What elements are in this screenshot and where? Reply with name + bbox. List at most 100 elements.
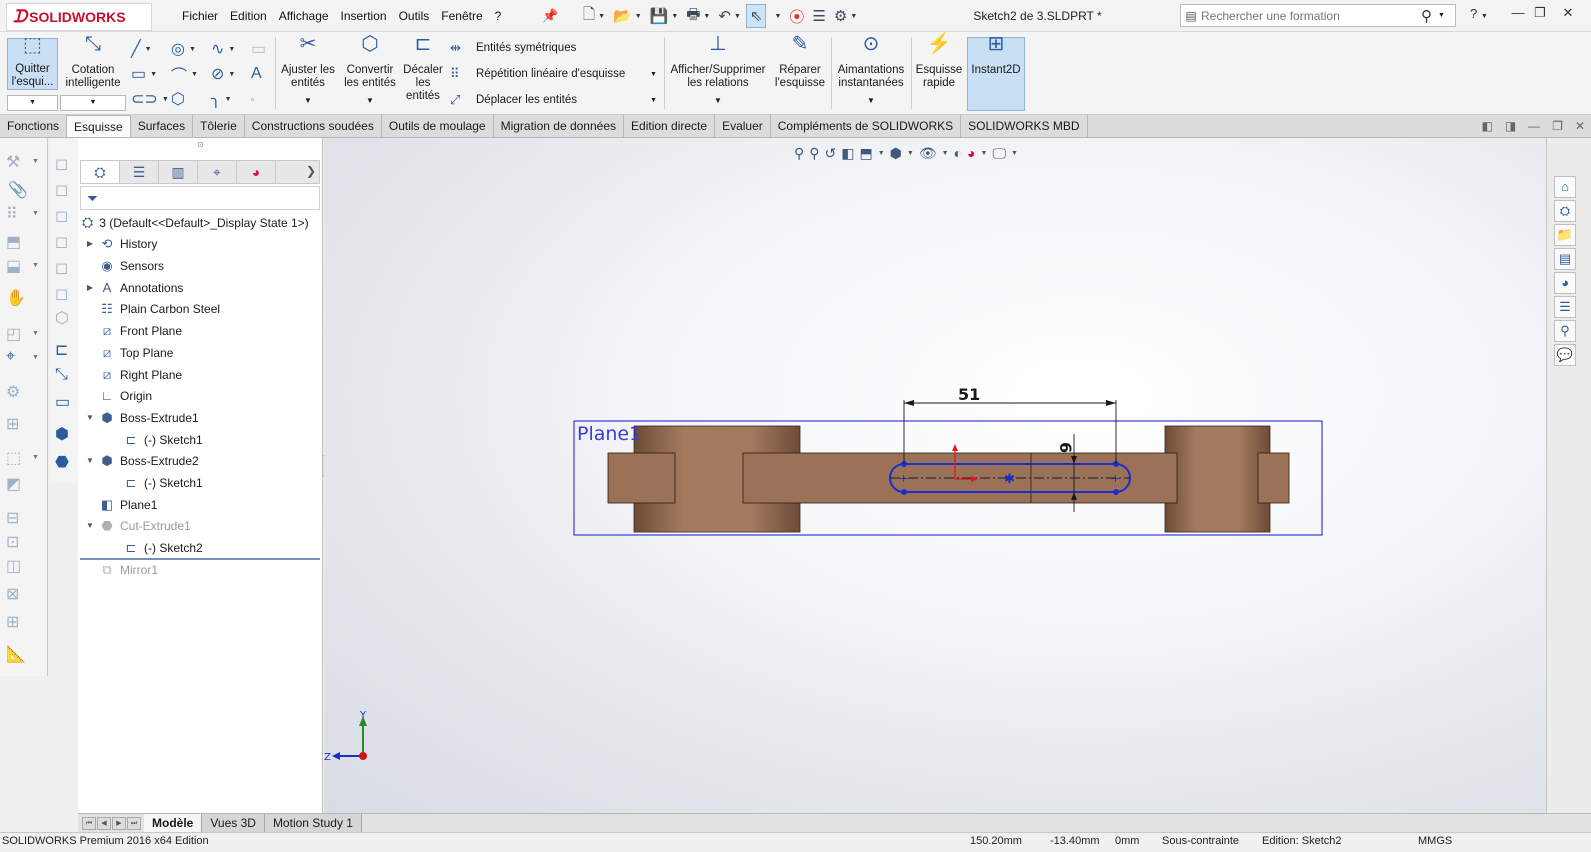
doc-minimize-icon[interactable]: — bbox=[1528, 119, 1540, 133]
tree-item-top-plane[interactable]: ⧄ Top Plane bbox=[84, 342, 174, 363]
tree-root[interactable]: ⛭ 3 (Default<<Default>_Display State 1>) bbox=[82, 214, 309, 231]
tab-configuration-manager[interactable]: ▥ bbox=[159, 161, 198, 183]
search-icon[interactable]: ⚲ bbox=[1421, 7, 1432, 25]
tooling-icon[interactable]: ⊠ bbox=[6, 584, 19, 604]
cavity-icon[interactable]: ⊡ bbox=[6, 532, 19, 552]
assembly-icon[interactable]: ⚒ bbox=[6, 152, 20, 172]
tab-fonctions[interactable]: Fonctions bbox=[0, 115, 68, 137]
tab-esquisse[interactable]: Esquisse bbox=[67, 115, 131, 137]
doc-restore-icon[interactable]: ❐ bbox=[1552, 119, 1563, 133]
draft-icon[interactable]: ◩ bbox=[6, 474, 21, 494]
paperclip-icon[interactable]: 📎 bbox=[8, 180, 28, 200]
options-button[interactable]: ⚙ ▼ bbox=[831, 4, 860, 28]
quick-snaps-button[interactable]: ⊙ Aimantations instantanées ▼ bbox=[835, 34, 907, 107]
file-properties-button[interactable]: ☰ bbox=[809, 4, 828, 28]
tree-item-cut-extrude1[interactable]: ▼ ⬣ Cut-Extrude1 bbox=[84, 515, 191, 536]
tree-item-boss-extrude2[interactable]: ▼ ⬢ Boss-Extrude2 bbox=[84, 450, 199, 471]
minimize-button[interactable]: — bbox=[1508, 5, 1528, 20]
right-shaft[interactable] bbox=[1257, 452, 1290, 504]
part-body[interactable] bbox=[607, 425, 1290, 533]
wrap-icon[interactable]: ◰ bbox=[6, 324, 21, 344]
forum-icon[interactable]: ⚲ bbox=[1554, 320, 1576, 342]
mirror-entities-button[interactable]: ⇹ Entités symétriques bbox=[450, 37, 576, 59]
smart-dimension-button[interactable]: ⤡ Cotation intelligente bbox=[60, 34, 126, 90]
menu-fenetre[interactable]: Fenêtre bbox=[435, 9, 488, 23]
parting-icon[interactable]: ⊞ bbox=[6, 612, 19, 632]
tab-constructions-soudees[interactable]: Constructions soudées bbox=[245, 115, 382, 137]
menu-edition[interactable]: Edition bbox=[224, 9, 273, 23]
extruded-cut-icon[interactable]: ⬣ bbox=[55, 452, 69, 472]
pin-menu-icon[interactable]: 📌 bbox=[542, 8, 558, 24]
circle-tool[interactable]: ◎ ▼ bbox=[171, 38, 211, 60]
instant2d-button[interactable]: ⊞ Instant2D bbox=[967, 34, 1025, 111]
pattern-icon[interactable]: ⠿ bbox=[6, 204, 18, 224]
open-button[interactable]: 📂 ▼ bbox=[610, 4, 645, 28]
tab-vues-3d[interactable]: Vues 3D bbox=[202, 814, 265, 832]
trim-entities-button[interactable]: ✂ Ajuster les entités ▼ bbox=[280, 34, 336, 107]
tab-tolerie[interactable]: Tôlerie bbox=[193, 115, 245, 137]
gear-icon[interactable]: ⚙ bbox=[6, 382, 20, 402]
reference-geometry-icon[interactable]: ⌖ bbox=[6, 348, 15, 366]
save-button[interactable]: 💾 ▼ bbox=[647, 4, 682, 28]
tree-item-sketch1-b[interactable]: ⊏ (-) Sketch1 bbox=[108, 472, 203, 493]
tree-item-sensors[interactable]: ◉ Sensors bbox=[84, 255, 164, 276]
undo-button[interactable]: ↶ ▼ bbox=[715, 4, 744, 28]
measure-icon[interactable]: 📐 bbox=[6, 644, 26, 664]
graphics-area[interactable]: ⚲ ⚲ ↺ ◧ ⬒ ▼ ⬢ ▼ 👁 ▼ ◐ ◕ ▼ 🖵 ▼ Plane1 + +… bbox=[324, 138, 1546, 815]
convert-entities-button[interactable]: ⬡ Convertir les entités ▼ bbox=[341, 34, 399, 107]
tree-item-sketch1-a[interactable]: ⊏ (-) Sketch1 bbox=[108, 429, 203, 450]
smart-dimension-dropdown[interactable]: ▼ bbox=[60, 95, 126, 111]
restore-button[interactable]: ❐ bbox=[1530, 5, 1550, 21]
tab-complements[interactable]: Compléments de SOLIDWORKS bbox=[771, 115, 962, 137]
tab-display-manager[interactable]: ◕ bbox=[237, 161, 276, 183]
view-front-icon[interactable]: ◻ bbox=[55, 154, 68, 174]
dimension-51[interactable]: 51 bbox=[903, 385, 1117, 464]
menu-insertion[interactable]: Insertion bbox=[335, 9, 393, 23]
tab-property-manager[interactable]: ☰ bbox=[120, 161, 159, 183]
tile-right-icon[interactable]: ◨ bbox=[1505, 119, 1516, 133]
hand-icon[interactable]: ✋ bbox=[6, 288, 26, 308]
search-input[interactable] bbox=[1201, 8, 1421, 23]
tab-dimxpert-manager[interactable]: ⌖ bbox=[198, 161, 237, 183]
help-button[interactable]: ? ▼ bbox=[1470, 6, 1488, 21]
chevron-right-icon[interactable]: ❯ bbox=[306, 164, 316, 178]
tree-item-front-plane[interactable]: ⧄ Front Plane bbox=[84, 320, 182, 341]
right-boss[interactable] bbox=[1164, 425, 1271, 533]
tab-modele[interactable]: Modèle bbox=[144, 814, 203, 832]
tile-left-icon[interactable]: ◧ bbox=[1481, 119, 1492, 133]
core-icon[interactable]: ◫ bbox=[6, 556, 21, 576]
solidworks-logo[interactable]: ᗪ SOLIDWORKS bbox=[6, 3, 152, 31]
tab-motion-study[interactable]: Motion Study 1 bbox=[264, 814, 362, 832]
spline-tool[interactable]: ∿ ▼ bbox=[211, 38, 251, 60]
repair-sketch-button[interactable]: ✎ Réparer l'esquisse bbox=[773, 34, 827, 90]
quit-sketch-button[interactable]: ⬚ Quitter l'esqui... bbox=[7, 35, 58, 90]
tab-feature-manager[interactable]: ⛭ bbox=[81, 161, 120, 183]
view-right-icon[interactable]: ◻ bbox=[55, 232, 68, 252]
tab-migration-donnees[interactable]: Migration de données bbox=[494, 115, 625, 137]
tree-item-boss-extrude1[interactable]: ▼ ⬢ Boss-Extrude1 bbox=[84, 407, 199, 428]
tree-item-material[interactable]: ☷ Plain Carbon Steel bbox=[84, 298, 220, 319]
status-units[interactable]: MMGS bbox=[1418, 835, 1452, 847]
close-button[interactable]: ✕ bbox=[1558, 5, 1578, 21]
polygon-tool[interactable]: ⬡ bbox=[171, 88, 211, 110]
slot-point[interactable] bbox=[901, 489, 907, 495]
menu-affichage[interactable]: Affichage bbox=[273, 9, 335, 23]
menu-help[interactable]: ? bbox=[489, 9, 508, 23]
prev-tab-icon[interactable]: ◀ bbox=[97, 816, 111, 830]
arc-tool[interactable]: ⌒ ▼ bbox=[171, 63, 211, 85]
view-palette-icon[interactable]: ▤ bbox=[1554, 248, 1576, 270]
next-tab-icon[interactable]: ▶ bbox=[112, 816, 126, 830]
menu-outils[interactable]: Outils bbox=[393, 9, 436, 23]
tab-solidworks-mbd[interactable]: SOLIDWORKS MBD bbox=[961, 115, 1088, 137]
last-tab-icon[interactable]: ⏭ bbox=[127, 816, 141, 830]
tab-surfaces[interactable]: Surfaces bbox=[131, 115, 194, 137]
feature-icon[interactable]: ⬒ bbox=[6, 232, 21, 252]
doc-close-icon[interactable]: ✕ bbox=[1575, 119, 1585, 133]
new-document-button[interactable]: 🗋 ▼ bbox=[580, 4, 608, 28]
offset-entities-button[interactable]: ⊏ Décaler les entités bbox=[402, 34, 444, 103]
view-left-icon[interactable]: ◻ bbox=[55, 206, 68, 226]
view-back-icon[interactable]: ◻ bbox=[55, 180, 68, 200]
tree-item-history[interactable]: ▶ ⟲ History bbox=[84, 233, 157, 254]
search-field[interactable]: ▤ ⚲ ▼ bbox=[1180, 4, 1456, 27]
linear-pattern-dropdown[interactable]: ▼ bbox=[650, 71, 657, 78]
